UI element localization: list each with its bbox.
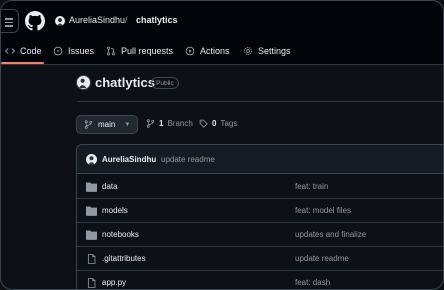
file-name[interactable]: notebooks (102, 230, 139, 239)
branch-selector-button[interactable]: main ▼ (76, 115, 138, 134)
commit-author-avatar[interactable] (86, 154, 97, 165)
hamburger-line (5, 25, 13, 27)
hamburger-line (5, 18, 13, 20)
folder-icon (86, 182, 97, 192)
folder-icon (86, 206, 97, 216)
file-commit-message[interactable]: updates and finalize (295, 230, 366, 239)
file-icon (87, 278, 96, 288)
active-tab-indicator (1, 62, 44, 64)
tab-label: Actions (200, 46, 230, 56)
file-commit-message[interactable]: update readme (295, 254, 349, 263)
breadcrumb-repo[interactable]: chatlytics (136, 15, 178, 25)
file-name[interactable]: .gitattributes (102, 254, 146, 263)
commit-author[interactable]: AureliaSindhu (102, 155, 156, 164)
tags-link[interactable]: 0 Tags (199, 119, 237, 128)
tab-label: Settings (258, 46, 291, 56)
breadcrumb-separator: / (125, 15, 128, 25)
tab-code[interactable]: Code (5, 45, 42, 57)
file-commit-message[interactable]: feat: dash (295, 278, 330, 287)
branch-count: 1 (159, 119, 164, 128)
branch-label: Branch (167, 119, 193, 128)
tab-label: Issues (68, 46, 95, 56)
tab-issues[interactable]: Issues (53, 45, 94, 57)
commit-message[interactable]: update readme (161, 155, 215, 164)
branch-icon (84, 120, 93, 129)
tab-settings[interactable]: Settings (243, 45, 291, 57)
repo-title[interactable]: chatlytics (95, 75, 155, 90)
chevron-down-icon: ▼ (124, 121, 131, 128)
file-row-models[interactable]: models feat: model files (77, 199, 443, 223)
browser-frame: AureliaSindhu / chatlytics Code Issues P… (0, 0, 444, 290)
menu-button[interactable] (1, 9, 19, 33)
file-row-data[interactable]: data feat: train (77, 175, 443, 199)
issue-icon (53, 46, 63, 56)
tag-count: 0 (212, 119, 217, 128)
branch-icon (146, 119, 155, 128)
file-row-notebooks[interactable]: notebooks updates and finalize (77, 223, 443, 247)
gear-icon (244, 47, 252, 55)
visibility-badge: Public (151, 77, 179, 89)
file-name[interactable]: app.py (102, 278, 126, 287)
tab-label: Pull requests (121, 46, 174, 56)
latest-commit-bar: AureliaSindhu update readme (77, 145, 443, 174)
owner-avatar[interactable] (55, 16, 65, 26)
repo-owner-avatar[interactable] (76, 75, 91, 90)
file-name[interactable]: data (102, 182, 118, 191)
current-branch: main (98, 120, 116, 129)
file-commit-message[interactable]: feat: model files (295, 206, 351, 215)
branches-link[interactable]: 1 Branch (146, 119, 193, 128)
tag-icon (199, 119, 208, 128)
folder-icon (86, 230, 97, 240)
breadcrumb-owner[interactable]: AureliaSindhu (69, 15, 125, 25)
play-icon (185, 46, 195, 56)
file-name[interactable]: models (102, 206, 128, 215)
tag-label: Tags (220, 119, 238, 128)
tab-pull-requests[interactable]: Pull requests (106, 45, 173, 57)
tab-actions[interactable]: Actions (185, 45, 230, 57)
code-icon (5, 48, 15, 54)
hamburger-line (5, 21, 13, 23)
file-commit-message[interactable]: feat: train (295, 182, 328, 191)
file-icon (87, 254, 96, 264)
repo-header: AureliaSindhu / chatlytics Code Issues P… (1, 1, 443, 65)
github-logo-icon[interactable] (25, 11, 45, 31)
file-list: AureliaSindhu update readme data feat: t… (76, 144, 443, 289)
divider (77, 101, 443, 102)
file-row-app-py[interactable]: app.py feat: dash (77, 271, 443, 289)
tab-label: Code (20, 46, 42, 56)
file-row-gitattributes[interactable]: .gitattributes update readme (77, 247, 443, 271)
pull-request-icon (106, 46, 116, 56)
